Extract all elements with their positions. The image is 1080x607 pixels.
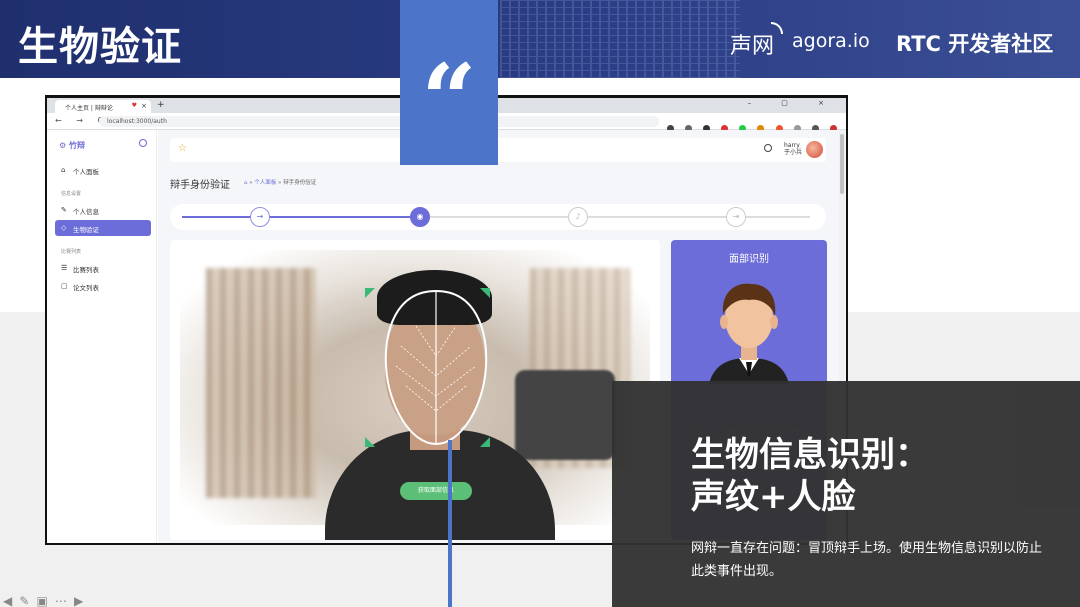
sidebar-item-papers[interactable]: ▢ 论文列表 [55, 278, 151, 294]
browser-tab[interactable]: 个人主页 | 辩辩论 ♥ × [55, 100, 151, 113]
breadcrumb-parent[interactable]: 个人面板 [254, 180, 276, 186]
step-progress-line [182, 216, 420, 218]
settings-icon[interactable] [139, 139, 147, 147]
user-info[interactable]: harry 于小兵 [784, 142, 802, 156]
corner-marker [365, 437, 375, 447]
corner-marker [480, 288, 490, 298]
page-title: 辩手身份验证 [170, 180, 230, 191]
document-icon: ▢ [61, 282, 68, 290]
agora-logo: agora.io [792, 30, 870, 52]
caption-subheadline: 声纹+人脸 [691, 477, 856, 517]
slides-icon[interactable]: ▣ [36, 594, 47, 607]
camera-background [515, 370, 615, 460]
url-input[interactable]: localhost:3000/auth [99, 116, 659, 127]
step-voice-icon[interactable]: ♪ [568, 207, 588, 227]
sidebar-item-matches[interactable]: ☰ 比赛列表 [55, 260, 151, 276]
previous-icon[interactable]: ◀ [3, 594, 12, 607]
sidebar-group-label: 比赛列表 [61, 249, 82, 255]
step-face-icon[interactable]: ◉ [410, 207, 430, 227]
window-controls[interactable]: – ▢ × [748, 99, 838, 107]
slide-title: 生物验证 [18, 24, 182, 70]
quote-icon: “ [421, 43, 477, 156]
wave-icon [771, 22, 783, 34]
quote-block: “ [400, 0, 498, 165]
breadcrumb: ⌂ » 个人面板 » 辩手身份验证 [244, 180, 317, 186]
new-tab-button[interactable]: + [157, 100, 165, 110]
camera-feed: 获取面部信息 [180, 250, 650, 540]
search-icon[interactable] [764, 144, 772, 152]
caption-headline: 生物信息识别： [691, 435, 929, 475]
slideshow-controls: ◀ ✎ ▣ ⋯ ▶ [3, 590, 85, 607]
next-icon[interactable]: ▶ [74, 594, 83, 607]
more-icon[interactable]: ⋯ [55, 594, 67, 607]
shield-icon: ◇ [61, 224, 67, 232]
breadcrumb-home-icon[interactable]: ⌂ [244, 180, 248, 186]
face-panel-title: 面部识别 [729, 254, 769, 265]
sidebar-group-label: 信息设置 [61, 191, 82, 197]
capture-face-button[interactable]: 获取面部信息 [400, 482, 472, 500]
pen-icon[interactable]: ✎ [19, 594, 29, 607]
app-header: ☆ harry 于小兵 [170, 138, 826, 162]
accent-line [448, 440, 452, 607]
slide-header: 生物验证 声网 agora.io RTC 开发者社区 [0, 0, 1080, 78]
face-mesh-overlay [384, 289, 488, 446]
list-icon: ☰ [61, 264, 68, 272]
camera-preview-card: 获取面部信息 [170, 240, 660, 540]
heart-icon: ♥ [131, 102, 137, 109]
step-login-icon[interactable]: → [250, 207, 270, 227]
close-icon[interactable]: × [141, 102, 147, 110]
avatar-illustration-icon [709, 283, 789, 384]
sidebar-item-profile[interactable]: ✎ 个人信息 [55, 202, 151, 218]
verification-stepper: → ◉ ♪ ⇥ [170, 204, 826, 230]
header-pattern [500, 0, 740, 78]
corner-marker [365, 288, 375, 298]
breadcrumb-current: 辩手身份验证 [283, 180, 317, 186]
slide: 生物验证 声网 agora.io RTC 开发者社区 “ 个人主页 | 辩辩论 … [0, 0, 1080, 607]
step-finish-icon[interactable]: ⇥ [726, 207, 746, 227]
home-icon: ⌂ [61, 166, 66, 174]
tab-title: 个人主页 | 辩辩论 [65, 105, 113, 112]
app-logo: ⚙ 竹辩 [59, 141, 85, 150]
sidebar-item-bio-verify[interactable]: ◇ 生物验证 [55, 220, 151, 236]
rtc-community-logo: RTC 开发者社区 [896, 32, 1054, 56]
caption-overlay: 生物信息识别： 声纹+人脸 网辩一直存在问题：冒顶辩手上场。使用生物信息识别以防… [612, 381, 1080, 607]
caption-description: 网辩一直存在问题：冒顶辩手上场。使用生物信息识别以防止此类事件出现。 [691, 541, 1043, 579]
edit-icon: ✎ [61, 206, 67, 214]
shengwang-logo: 声网 [730, 34, 775, 59]
sidebar-item-dashboard[interactable]: ⌂ 个人面板 [55, 162, 151, 178]
avatar[interactable] [806, 141, 823, 158]
scroll-thumb[interactable] [840, 134, 844, 194]
step-remaining-line [420, 216, 810, 218]
sidebar: ⚙ 竹辩 ⌂ 个人面板 信息设置 ✎ 个人信息 ◇ 生物验证 比赛列表 ☰ 比赛列表 ▢… [47, 130, 157, 543]
camera-background [206, 268, 316, 498]
star-icon[interactable]: ☆ [178, 143, 187, 154]
corner-marker [480, 437, 490, 447]
